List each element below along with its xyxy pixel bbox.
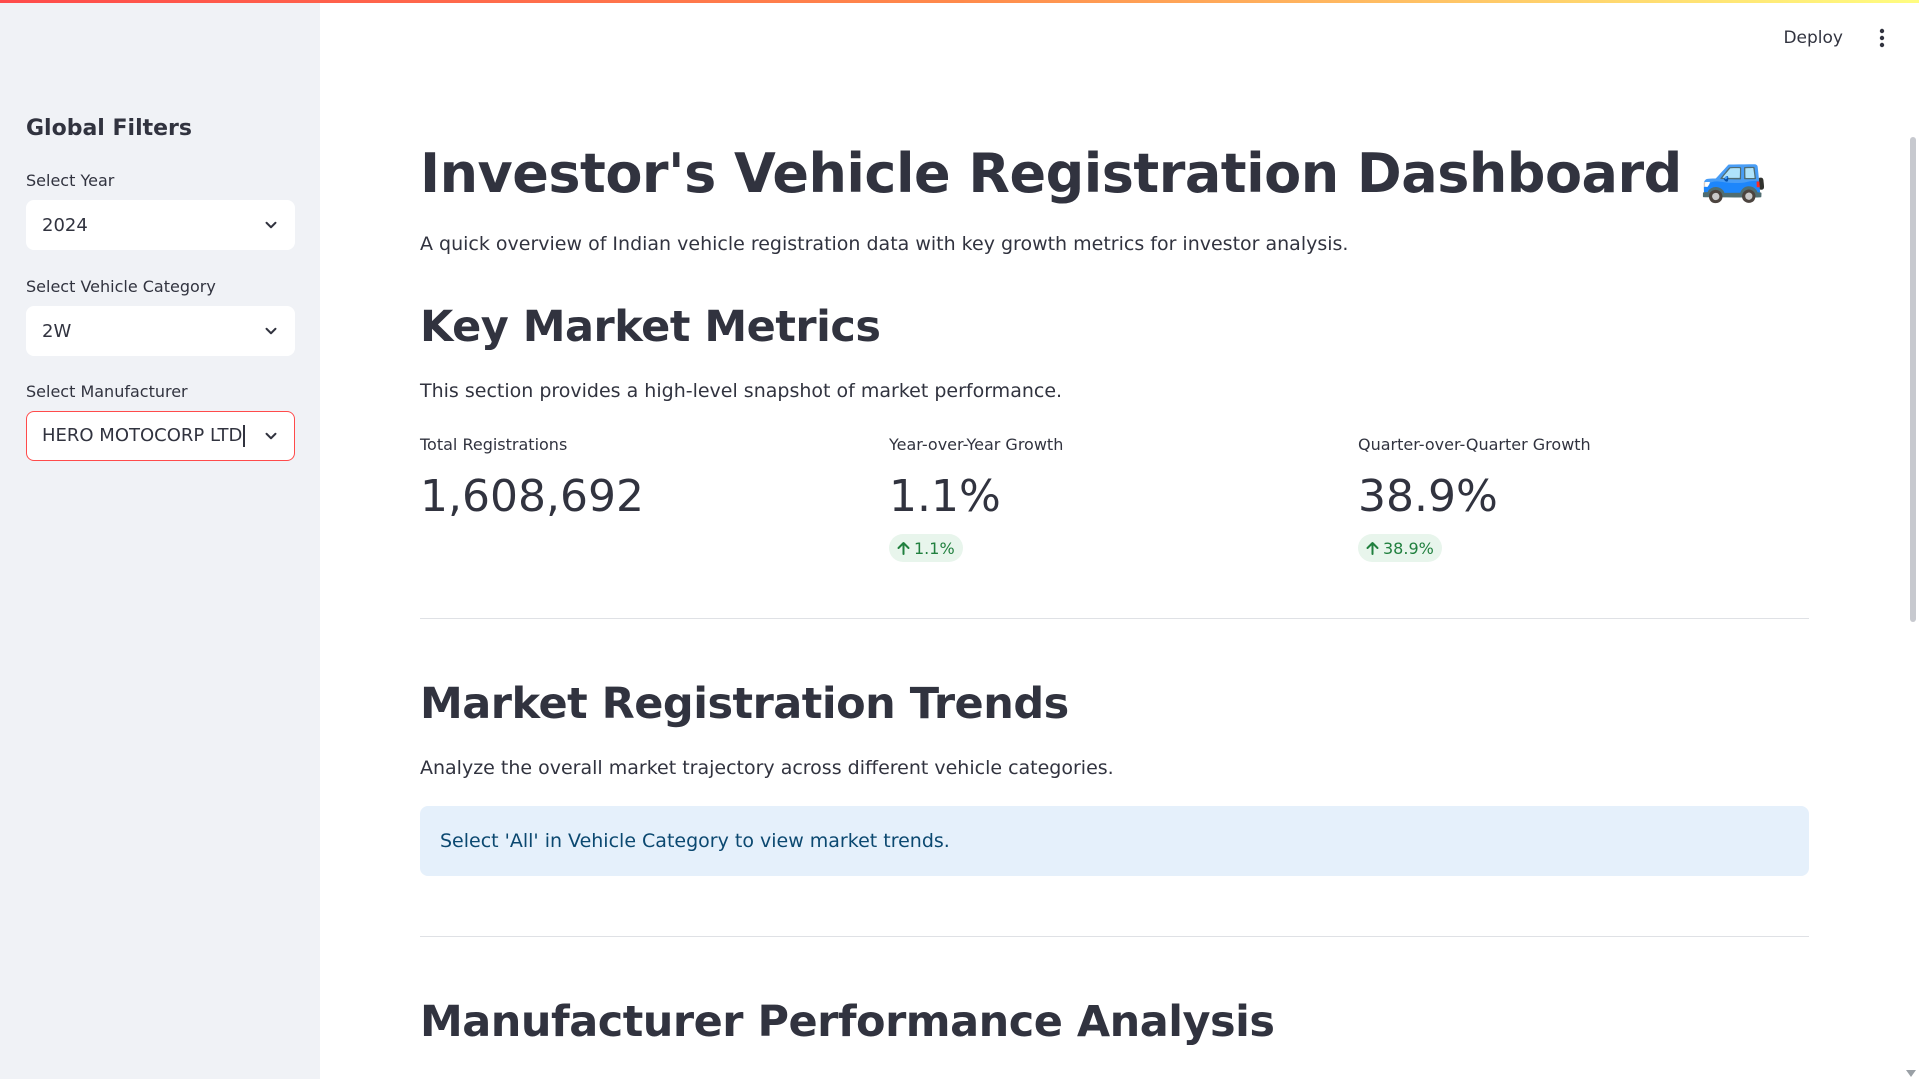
page-intro: A quick overview of Indian vehicle regis… (420, 233, 1349, 255)
manufacturer-heading: Manufacturer Performance Analysis (420, 997, 1275, 1047)
scroll-down-arrow-icon[interactable] (1906, 1070, 1916, 1077)
trends-heading: Market Registration Trends (420, 679, 1069, 729)
vehicle-category-select-value: 2W (42, 320, 72, 342)
scrollbar-thumb[interactable] (1910, 137, 1916, 622)
metric-value: 1.1% (889, 471, 1001, 522)
vehicle-category-filter: Select Vehicle Category 2W (26, 276, 295, 356)
metric-label: Total Registrations (420, 435, 568, 454)
manufacturer-select-text: HERO MOTOCORP LTD (42, 425, 243, 446)
arrow-up-icon (1366, 542, 1379, 555)
metric-delta-badge: 38.9% (1358, 534, 1442, 562)
sidebar-title: Global Filters (26, 116, 192, 141)
year-filter: Select Year 2024 (26, 170, 295, 250)
manufacturer-select[interactable]: HERO MOTOCORP LTD (26, 411, 295, 461)
arrow-up-icon (897, 542, 910, 555)
manufacturer-filter-label: Select Manufacturer (26, 382, 188, 401)
deploy-button[interactable]: Deploy (1783, 28, 1843, 48)
vehicle-category-filter-label: Select Vehicle Category (26, 277, 216, 296)
metric-total-registrations: Total Registrations 1,608,692 (420, 434, 820, 522)
chevron-down-icon (265, 221, 277, 229)
top-toolbar: Deploy (1783, 20, 1919, 56)
metric-delta-badge: 1.1% (889, 534, 963, 562)
year-filter-label: Select Year (26, 171, 115, 190)
metric-value: 1,608,692 (420, 471, 644, 522)
trends-description: Analyze the overall market trajectory ac… (420, 757, 1114, 779)
metric-yoy-growth: Year-over-Year Growth 1.1% 1.1% (889, 434, 1289, 562)
page-title-text: Investor's Vehicle Registration Dashboar… (420, 142, 1682, 205)
metric-label: Year-over-Year Growth (889, 435, 1064, 454)
metric-value: 38.9% (1358, 471, 1498, 522)
key-metrics-heading: Key Market Metrics (420, 302, 881, 352)
text-cursor (243, 425, 246, 447)
sidebar: Global Filters Select Year 2024 Select V… (0, 0, 320, 1079)
year-select-value: 2024 (42, 214, 88, 236)
metric-delta-value: 1.1% (914, 538, 955, 558)
metric-label: Quarter-over-Quarter Growth (1358, 435, 1591, 454)
section-divider (420, 618, 1809, 619)
section-divider (420, 936, 1809, 937)
manufacturer-select-value: HERO MOTOCORP LTD (42, 425, 246, 447)
key-metrics-description: This section provides a high-level snaps… (420, 380, 1063, 402)
info-alert: Select 'All' in Vehicle Category to view… (420, 806, 1809, 876)
metric-delta-value: 38.9% (1383, 538, 1434, 558)
year-select[interactable]: 2024 (26, 200, 295, 250)
chevron-down-icon (265, 327, 277, 335)
manufacturer-filter: Select Manufacturer HERO MOTOCORP LTD (26, 381, 295, 461)
kebab-menu-icon[interactable] (1867, 23, 1897, 53)
metric-qoq-growth: Quarter-over-Quarter Growth 38.9% 38.9% (1358, 434, 1758, 562)
page-title: Investor's Vehicle Registration Dashboar… (420, 142, 1767, 206)
chevron-down-icon (265, 432, 277, 440)
info-alert-text: Select 'All' in Vehicle Category to view… (440, 830, 950, 852)
car-emoji-icon: 🚙 (1700, 142, 1767, 205)
top-decoration-bar (0, 0, 1919, 3)
vehicle-category-select[interactable]: 2W (26, 306, 295, 356)
scrollbar[interactable] (1905, 62, 1919, 1079)
